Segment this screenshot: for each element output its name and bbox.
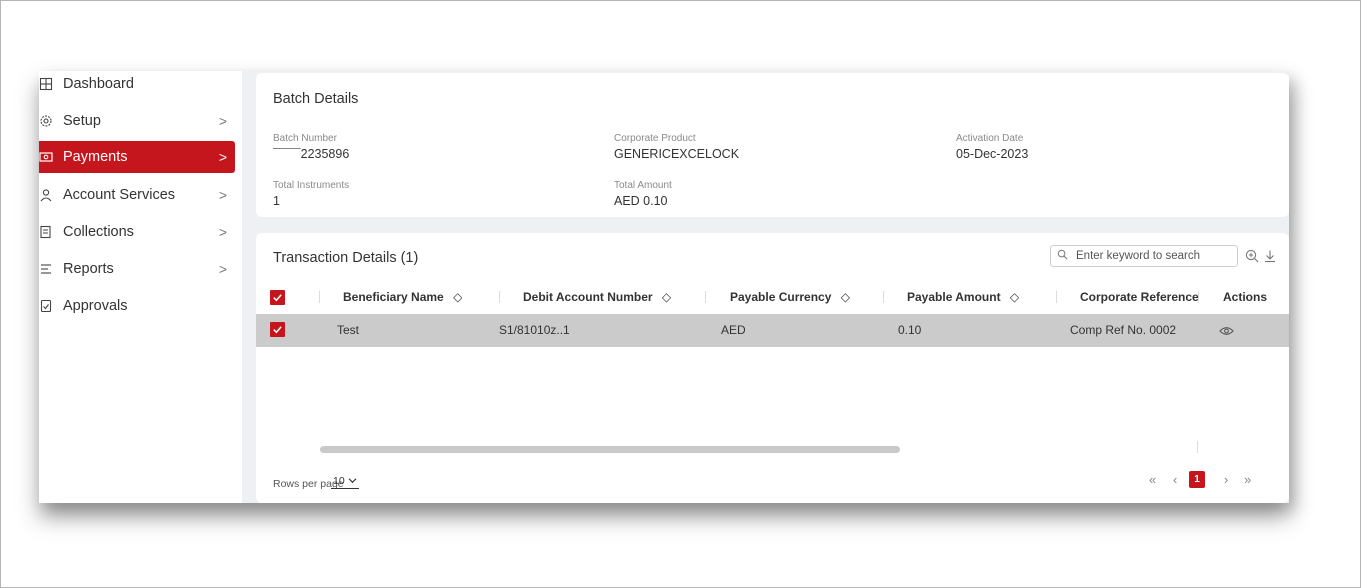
column-header-actions: Actions <box>1223 281 1267 313</box>
rows-per-page-value: 10 <box>333 475 345 487</box>
previous-page-button[interactable]: ‹ <box>1173 472 1177 487</box>
chevron-right-icon: > <box>218 224 228 240</box>
page-frame: Dashboard Setup > Payments > Account Ser… <box>0 0 1361 588</box>
sidebar-item-payments[interactable]: Payments > <box>39 141 235 173</box>
field-label: Batch Number <box>273 133 337 144</box>
sidebar-item-label: Payments <box>63 149 128 165</box>
chevron-right-icon: > <box>218 113 228 129</box>
column-header-label: Debit Account Number <box>523 290 653 304</box>
sidebar-item-setup[interactable]: Setup > <box>39 105 235 137</box>
reports-icon <box>39 262 61 276</box>
row-checkbox[interactable] <box>270 322 285 337</box>
column-header-label: Payable Amount <box>907 290 1001 304</box>
chevron-right-icon: > <box>218 187 228 203</box>
batch-details-card: Batch Details Batch Number ¯¯¯¯2235896 C… <box>256 73 1289 217</box>
cell-corporate-reference: Comp Ref No. 0002 <box>1070 323 1177 337</box>
field-label: Activation Date <box>956 133 1024 144</box>
search-icon <box>1057 247 1068 265</box>
column-divider <box>883 291 884 303</box>
field-label: Total Amount <box>614 180 672 191</box>
column-divider <box>1056 291 1057 303</box>
search-box[interactable] <box>1050 245 1238 267</box>
user-icon <box>39 188 61 202</box>
chevron-right-icon: > <box>218 261 228 277</box>
corporate-product-field: Corporate Product GENERICEXCELOCK <box>614 133 739 161</box>
sidebar-item-label: Dashboard <box>63 76 134 92</box>
horizontal-scrollbar[interactable] <box>320 446 900 453</box>
field-value: 1 <box>273 194 280 208</box>
column-header-corporate-reference[interactable]: Corporate Reference N <box>1080 281 1198 313</box>
dashboard-icon <box>39 77 61 91</box>
last-page-button[interactable]: » <box>1244 472 1251 487</box>
cell-payable-currency: AED <box>721 323 746 337</box>
app-screenshot: Dashboard Setup > Payments > Account Ser… <box>39 71 1289 503</box>
sort-icon: ◇ <box>840 290 850 304</box>
gear-icon <box>39 114 61 128</box>
sidebar-item-approvals[interactable]: Approvals <box>39 290 235 322</box>
sort-icon: ◇ <box>661 290 672 304</box>
collections-icon <box>39 225 61 239</box>
column-header-payable-amount[interactable]: Payable Amount ◇ <box>907 281 1019 313</box>
column-divider <box>499 291 500 303</box>
next-page-button[interactable]: › <box>1224 472 1228 487</box>
total-amount-field: Total Amount AED 0.10 <box>614 180 672 208</box>
download-icon[interactable] <box>1263 249 1277 263</box>
transaction-details-card: Transaction Details (1) Enter keyword to… <box>256 233 1289 503</box>
table-row[interactable]: Test S1/81010z..1 AED 0.10 Comp Ref No. … <box>256 314 1289 347</box>
chevron-down-icon <box>348 475 357 487</box>
transaction-details-title: Transaction Details (1) <box>273 250 419 266</box>
field-value: 05-Dec-2023 <box>956 147 1029 161</box>
sort-icon: ◇ <box>453 290 463 304</box>
sidebar-item-label: Setup <box>63 113 101 129</box>
zoom-in-icon[interactable] <box>1245 249 1259 263</box>
payments-icon <box>39 150 61 164</box>
column-header-payable-currency[interactable]: Payable Currency ◇ <box>730 281 850 313</box>
column-header-debit-account-number[interactable]: Debit Account Number ◇ <box>523 281 671 313</box>
field-value: AED 0.10 <box>614 194 668 208</box>
main-content: Batch Details Batch Number ¯¯¯¯2235896 C… <box>242 71 1289 503</box>
batch-details-title: Batch Details <box>273 91 359 107</box>
column-divider <box>705 291 706 303</box>
field-label: Corporate Product <box>614 133 696 144</box>
column-header-label: Payable Currency <box>730 290 832 304</box>
approvals-icon <box>39 299 61 313</box>
field-value: GENERICEXCELOCK <box>614 147 740 161</box>
column-divider <box>1198 291 1199 303</box>
sidebar-item-account-services[interactable]: Account Services > <box>39 179 235 211</box>
first-page-button[interactable]: « <box>1149 472 1156 487</box>
field-label: Total Instruments <box>273 180 350 191</box>
sidebar: Dashboard Setup > Payments > Account Ser… <box>39 71 239 503</box>
current-page-button[interactable]: 1 <box>1189 471 1205 488</box>
column-header-label: Corporate Reference N <box>1080 290 1198 304</box>
cell-payable-amount: 0.10 <box>898 323 922 337</box>
search-input[interactable] <box>1076 250 1226 262</box>
column-divider <box>319 291 320 303</box>
column-header-beneficiary-name[interactable]: Beneficiary Name ◇ <box>343 281 462 313</box>
column-header-label: Actions <box>1223 290 1268 304</box>
cell-debit-account-number: S1/81010z..1 <box>499 323 570 337</box>
sort-icon: ◇ <box>1009 290 1020 304</box>
activation-date-field: Activation Date 05-Dec-2023 <box>956 133 1028 161</box>
divider <box>1197 441 1198 453</box>
sidebar-item-reports[interactable]: Reports > <box>39 253 235 285</box>
chevron-right-icon: > <box>218 149 228 165</box>
total-instruments-field: Total Instruments 1 <box>273 180 349 208</box>
field-value: ¯¯¯¯2235896 <box>273 147 350 161</box>
rows-per-page-select[interactable]: 10 <box>331 475 359 489</box>
sidebar-item-label: Account Services <box>63 187 176 203</box>
sidebar-item-collections[interactable]: Collections > <box>39 216 235 248</box>
table-header: Beneficiary Name ◇ Debit Account Number … <box>256 281 1289 313</box>
cell-beneficiary-name: Test <box>337 323 360 337</box>
sidebar-item-label: Approvals <box>63 298 128 314</box>
sidebar-item-dashboard[interactable]: Dashboard <box>39 68 235 100</box>
batch-number-field: Batch Number ¯¯¯¯2235896 <box>273 133 349 161</box>
view-eye-icon[interactable] <box>1219 314 1234 347</box>
column-header-label: Beneficiary Name <box>343 290 444 304</box>
sidebar-item-label: Collections <box>63 224 134 240</box>
sidebar-item-label: Reports <box>63 261 114 277</box>
select-all-checkbox[interactable] <box>270 290 285 305</box>
